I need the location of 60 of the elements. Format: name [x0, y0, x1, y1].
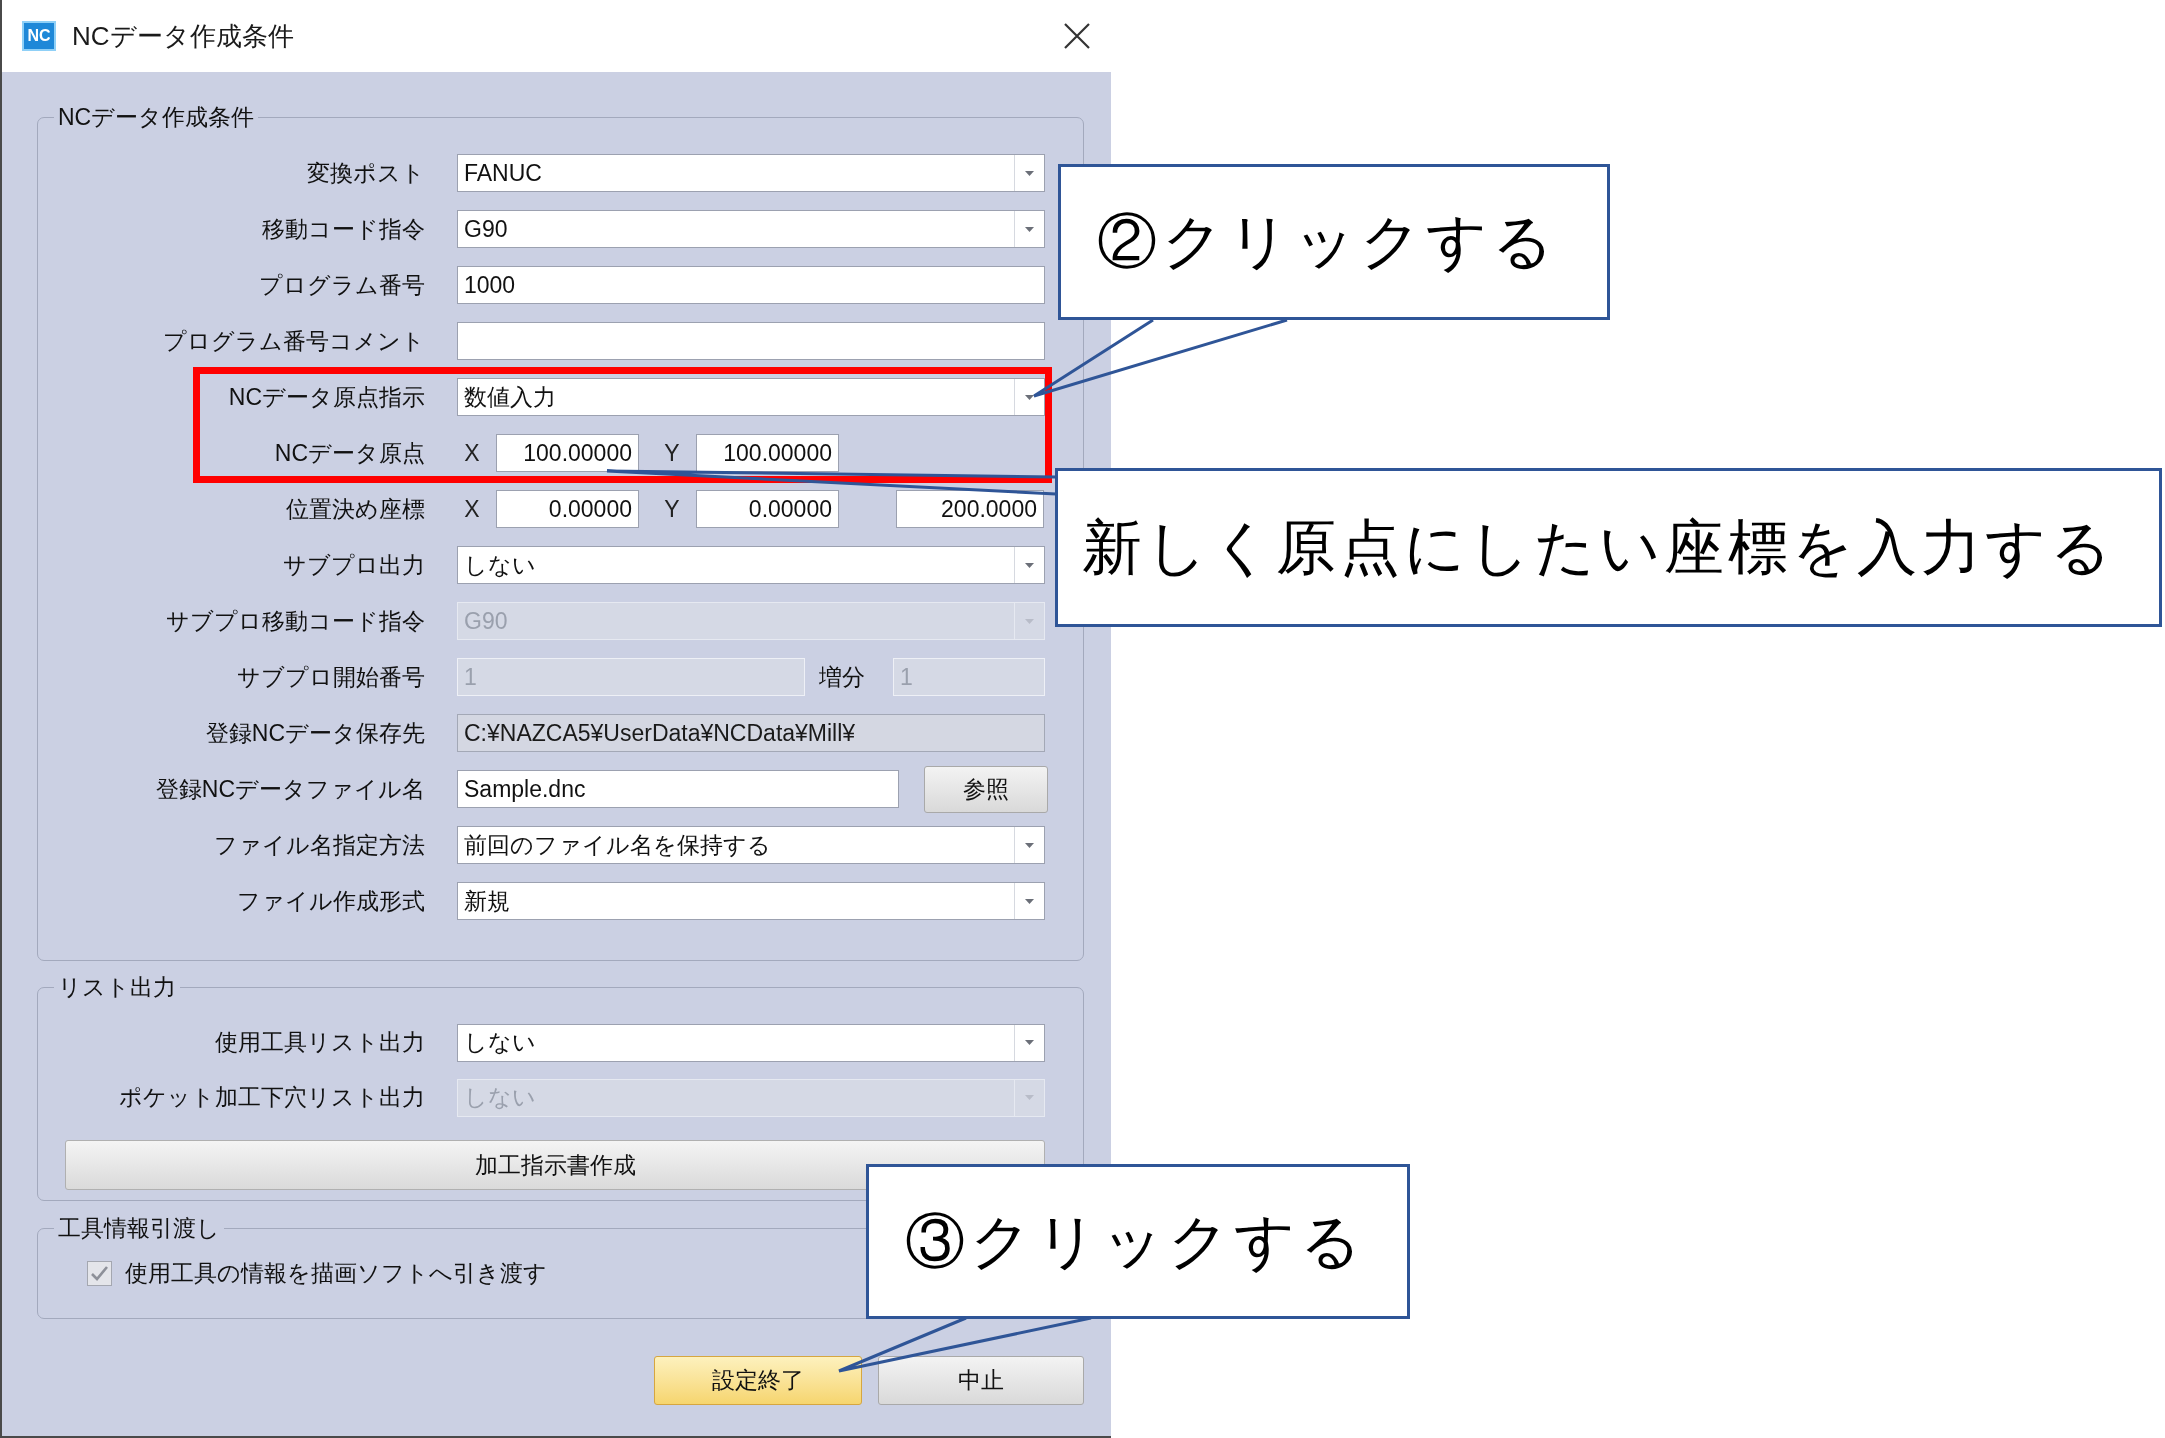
- action-button[interactable]: 加工指示書作成: [65, 1140, 1045, 1190]
- callout: 新しく原点にしたい座標を入力する: [1055, 468, 2162, 627]
- field-label: サブプロ出力: [283, 553, 425, 577]
- app-logo: NC: [22, 21, 56, 51]
- caret-icon: [1025, 1040, 1034, 1045]
- browse-button[interactable]: 参照: [924, 765, 1048, 813]
- input-field[interactable]: 200.0000: [896, 490, 1044, 528]
- caret-icon: [1025, 842, 1034, 848]
- caret-icon: [1025, 898, 1034, 904]
- field-label: ファイル名指定方法: [214, 833, 425, 857]
- axis-label: X: [464, 497, 480, 521]
- input-field[interactable]: [457, 322, 1045, 360]
- caret-icon: [1025, 226, 1034, 232]
- callout: ③クリックする: [866, 1164, 1410, 1319]
- callout: ②クリックする: [1058, 164, 1610, 320]
- caret-icon: [1025, 562, 1034, 568]
- input-field[interactable]: Sample.dnc: [457, 770, 899, 808]
- dropdown[interactable]: 前回のファイル名を保持する: [457, 826, 1045, 864]
- dropdown[interactable]: 新規: [457, 882, 1045, 920]
- group-title: NCデータ作成条件: [57, 103, 256, 131]
- field-label: 登録NCデータファイル名: [155, 777, 425, 801]
- field-label: 位置決め座標: [286, 497, 425, 521]
- group-title: リスト出力: [57, 973, 177, 1001]
- dropdown[interactable]: しない: [457, 546, 1045, 584]
- field-label: サブプロ移動コード指令: [166, 609, 425, 633]
- dropdown[interactable]: しない: [457, 1023, 1045, 1062]
- checkbox-label: 使用工具の情報を描画ソフトへ引き渡す: [125, 1261, 547, 1285]
- caret-icon: [1025, 618, 1034, 624]
- axis-label: Y: [664, 497, 680, 521]
- input-field[interactable]: 1000: [457, 266, 1045, 304]
- close-icon[interactable]: [1064, 23, 1090, 49]
- caret-icon: [1025, 170, 1034, 176]
- field-label: ファイル作成形式: [237, 889, 425, 913]
- field-label: NCデータ原点: [274, 441, 425, 465]
- field-label: プログラム番号: [259, 273, 425, 297]
- input-field[interactable]: 100.00000: [696, 434, 839, 472]
- input-field: C:¥NAZCA5¥UserData¥NCData¥Mill¥: [457, 714, 1045, 752]
- field-label: ポケット加工下穴リスト出力: [119, 1086, 425, 1109]
- field-label: 変換ポスト: [307, 161, 425, 185]
- dialog-button[interactable]: 中止: [878, 1356, 1084, 1405]
- field-label: サブプロ開始番号: [237, 665, 425, 689]
- field-label: 移動コード指令: [262, 217, 425, 241]
- group-title: 工具情報引渡し: [57, 1214, 221, 1242]
- caret-icon: [1025, 1095, 1034, 1100]
- dialog-button[interactable]: 設定終了: [654, 1356, 862, 1405]
- input-field[interactable]: 0.00000: [496, 490, 639, 528]
- caret-icon: [1025, 394, 1034, 400]
- input-field[interactable]: 100.00000: [496, 434, 639, 472]
- field-label: NCデータ原点指示: [228, 385, 425, 409]
- window-title: NCデータ作成条件: [72, 23, 294, 49]
- field-label: 使用工具リスト出力: [215, 1031, 425, 1054]
- dropdown[interactable]: FANUC: [457, 154, 1045, 192]
- field-label: 増分: [819, 665, 865, 689]
- field-label: 登録NCデータ保存先: [205, 721, 425, 745]
- field-label: プログラム番号コメント: [163, 329, 425, 353]
- input-field[interactable]: 0.00000: [696, 490, 839, 528]
- dropdown[interactable]: 数値入力: [457, 378, 1045, 416]
- dropdown[interactable]: G90: [457, 210, 1045, 248]
- axis-label: Y: [664, 441, 680, 465]
- axis-label: X: [464, 441, 480, 465]
